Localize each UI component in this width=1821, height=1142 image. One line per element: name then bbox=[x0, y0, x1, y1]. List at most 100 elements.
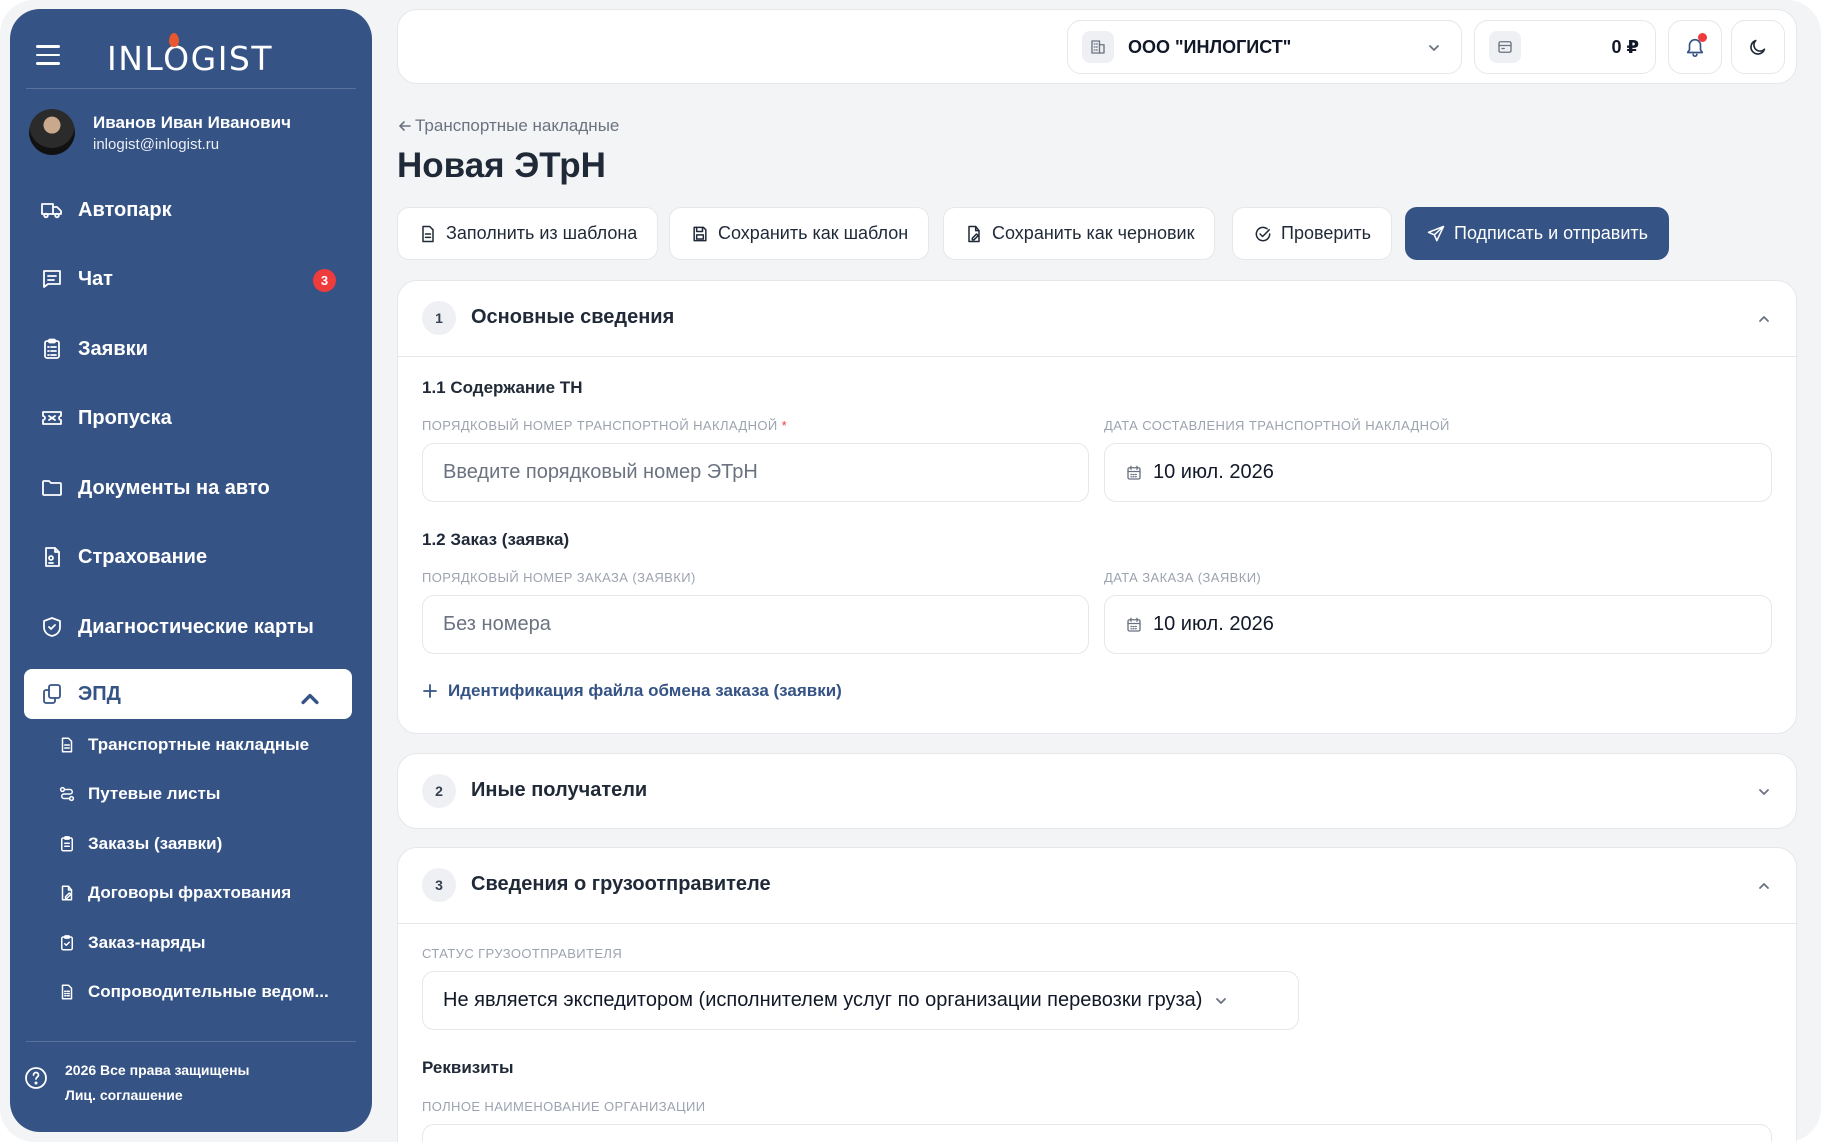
sidebar-subitem-label: Сопроводительные ведом... bbox=[88, 982, 329, 1001]
document-icon bbox=[422, 225, 434, 242]
sidebar-subitem-label: Заказы (заявки) bbox=[88, 834, 223, 853]
section-number: 2 bbox=[422, 774, 456, 808]
sidebar-item-vehicle-docs[interactable]: Документы на авто bbox=[24, 463, 352, 513]
calendar-icon bbox=[1127, 617, 1141, 632]
field-label: ДАТА СОСТАВЛЕНИЯ ТРАНСПОРТНОЙ НАКЛАДНОЙ bbox=[1104, 418, 1450, 433]
help-icon[interactable] bbox=[24, 1066, 48, 1090]
ticket-icon bbox=[42, 411, 62, 425]
field-label: СТАТУС ГРУЗООТПРАВИТЕЛЯ bbox=[422, 946, 623, 961]
shipper-status-select[interactable]: Не является экспедитором (исполнителем у… bbox=[422, 971, 1299, 1030]
section-basic-info: 1 Основные сведения 1.1 Содержание ТН ПО… bbox=[397, 280, 1797, 734]
save-as-template-button[interactable]: Сохранить как шаблон bbox=[669, 207, 930, 260]
notifications-button[interactable] bbox=[1668, 20, 1722, 74]
license-link[interactable]: Лиц. соглашение bbox=[65, 1087, 183, 1103]
clipboard-check-icon bbox=[61, 935, 73, 951]
sidebar-subitem-accompanying-sheets[interactable]: Сопроводительные ведом... bbox=[58, 974, 358, 1010]
section-header[interactable]: 3 Сведения о грузоотправителе bbox=[398, 848, 1796, 923]
section-title: Основные сведения bbox=[471, 306, 675, 328]
sidebar-subitem-label: Путевые листы bbox=[88, 784, 221, 803]
chevron-up-icon[interactable] bbox=[298, 687, 322, 711]
section-header[interactable]: 1 Основные сведения bbox=[398, 281, 1796, 356]
route-icon bbox=[59, 786, 75, 802]
fill-from-template-button[interactable]: Заполнить из шаблона bbox=[397, 207, 659, 260]
balance-widget[interactable]: 0 ₽ bbox=[1474, 20, 1656, 74]
field-label: ПОЛНОЕ НАИМЕНОВАНИЕ ОРГАНИЗАЦИИ bbox=[422, 1099, 706, 1114]
plus-icon bbox=[423, 684, 437, 698]
date-value: 10 июл. 2026 bbox=[1153, 613, 1274, 635]
save-as-draft-button[interactable]: Сохранить как черновик bbox=[943, 207, 1216, 260]
building-icon bbox=[1091, 40, 1105, 54]
chevron-down-icon bbox=[1216, 997, 1227, 1004]
sidebar-subitem-waybills[interactable]: Транспортные накладные bbox=[58, 727, 358, 763]
subsection-title: 1.2 Заказ (заявка) bbox=[422, 530, 570, 549]
field-label: ПОРЯДКОВЫЙ НОМЕР ТРАНСПОРТНОЙ НАКЛАДНОЙ … bbox=[422, 418, 788, 433]
page-title: Новая ЭТрН bbox=[397, 146, 606, 185]
company-icon-box bbox=[1082, 31, 1114, 63]
sidebar-subitem-work-orders[interactable]: Заказ-наряды bbox=[58, 925, 358, 961]
app-frame: INLOGIST Иванов Иван Иванович inlogist@i… bbox=[0, 0, 1821, 1142]
wallet-icon bbox=[1498, 41, 1512, 53]
balance-value: 0 ₽ bbox=[1611, 37, 1639, 57]
calendar-icon bbox=[1127, 465, 1141, 480]
contract-icon bbox=[61, 885, 73, 901]
order-date-picker[interactable]: 10 июл. 2026 bbox=[1104, 595, 1772, 654]
sidebar-item-label: Заявки bbox=[78, 337, 148, 360]
add-exchange-file-link[interactable]: Идентификация файла обмена заказа (заявк… bbox=[422, 681, 842, 701]
company-selector[interactable]: ООО "ИНЛОГИСТ" bbox=[1067, 20, 1462, 74]
subsection-title: 1.1 Содержание ТН bbox=[422, 378, 583, 397]
theme-toggle-button[interactable] bbox=[1731, 20, 1785, 74]
menu-icon[interactable] bbox=[36, 45, 60, 65]
check-button[interactable]: Проверить bbox=[1232, 207, 1393, 260]
divider bbox=[26, 88, 356, 89]
section-number: 1 bbox=[422, 301, 456, 335]
truck-icon bbox=[41, 203, 62, 219]
top-header: ООО "ИНЛОГИСТ" 0 ₽ bbox=[397, 9, 1797, 84]
sidebar-item-requests[interactable]: Заявки bbox=[24, 324, 352, 374]
sidebar-item-label: ЭПД bbox=[78, 682, 121, 705]
divider bbox=[398, 356, 1796, 357]
button-label: Проверить bbox=[1281, 223, 1372, 243]
sidebar-subitem-charter-contracts[interactable]: Договоры фрахтования bbox=[58, 875, 358, 911]
divider bbox=[398, 923, 1796, 924]
unread-badge: 3 bbox=[313, 269, 336, 292]
user-name: Иванов Иван Иванович bbox=[93, 113, 291, 132]
waybill-date-picker[interactable]: 10 июл. 2026 bbox=[1104, 443, 1772, 502]
input-placeholder: Введите порядковый номер ЭТрН bbox=[443, 461, 758, 483]
field-label: ПОРЯДКОВЫЙ НОМЕР ЗАКАЗА (ЗАЯВКИ) bbox=[422, 570, 696, 585]
sidebar-item-epd[interactable]: ЭПД bbox=[24, 669, 352, 719]
sidebar-subitem-orders[interactable]: Заказы (заявки) bbox=[58, 826, 358, 862]
sidebar-item-passes[interactable]: Пропуска bbox=[24, 393, 352, 443]
chevron-up-icon[interactable] bbox=[1756, 878, 1772, 894]
sign-and-send-button[interactable]: Подписать и отправить bbox=[1405, 207, 1670, 260]
sidebar-item-chat[interactable]: Чат 3 bbox=[24, 254, 352, 304]
sidebar-subitem-trip-sheets[interactable]: Путевые листы bbox=[58, 776, 358, 812]
save-icon bbox=[693, 226, 707, 241]
check-circle-icon bbox=[1255, 226, 1271, 241]
clipboard-list-icon bbox=[61, 836, 73, 852]
waybill-number-input[interactable]: Введите порядковый номер ЭТрН bbox=[422, 443, 1089, 502]
sidebar-header: INLOGIST bbox=[10, 9, 372, 89]
sidebar-item-insurance[interactable]: Страхование bbox=[24, 532, 352, 582]
link-label: Идентификация файла обмена заказа (заявк… bbox=[448, 681, 842, 700]
shield-icon bbox=[43, 617, 61, 637]
section-header[interactable]: 2 Иные получатели bbox=[398, 754, 1796, 829]
field-label: ДАТА ЗАКАЗА (ЗАЯВКИ) bbox=[1104, 570, 1262, 585]
order-number-input[interactable]: Без номера bbox=[422, 595, 1089, 654]
copy-icon bbox=[43, 684, 61, 704]
user-profile[interactable]: Иванов Иван Иванович inlogist@inlogist.r… bbox=[29, 109, 359, 159]
organization-full-name-input[interactable] bbox=[422, 1124, 1772, 1142]
chevron-down-icon[interactable] bbox=[1756, 784, 1772, 800]
chevron-up-icon[interactable] bbox=[1756, 311, 1772, 327]
sidebar-item-diagnostic-cards[interactable]: Диагностические карты bbox=[24, 602, 352, 652]
draft-icon bbox=[968, 225, 980, 242]
wallet-icon-box bbox=[1489, 31, 1521, 63]
user-email: inlogist@inlogist.ru bbox=[93, 136, 220, 153]
sidebar-footer: 2026 Все права защищены Лиц. соглашение bbox=[24, 1059, 354, 1115]
button-label: Сохранить как шаблон bbox=[718, 223, 909, 243]
logo[interactable]: INLOGIST bbox=[107, 39, 273, 78]
breadcrumb-back-link[interactable]: Транспортные накладные bbox=[397, 116, 619, 136]
sidebar-item-fleet[interactable]: Автопарк bbox=[24, 185, 352, 235]
sidebar-subitem-label: Заказ-наряды bbox=[88, 933, 206, 952]
sidebar-item-label: Страхование bbox=[78, 545, 208, 568]
arrow-left-icon bbox=[399, 121, 411, 131]
